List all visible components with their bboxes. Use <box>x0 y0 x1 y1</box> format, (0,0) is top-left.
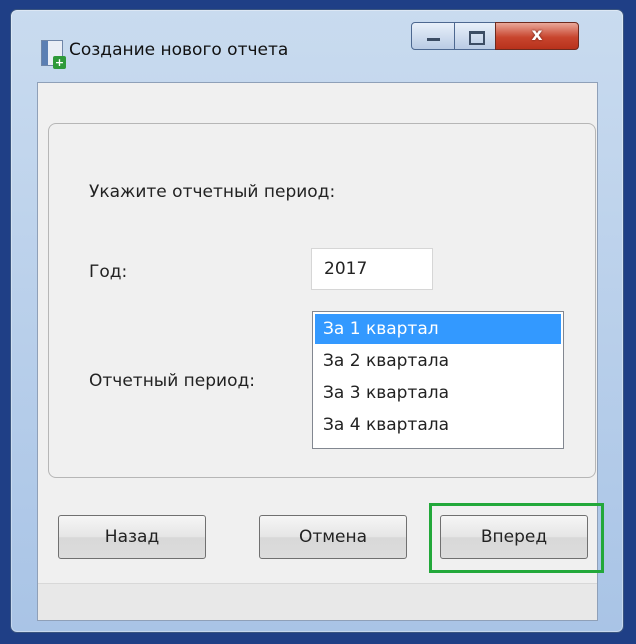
period-option-q4[interactable]: За 4 квартала <box>315 410 561 440</box>
app-icon: + <box>41 40 66 69</box>
cancel-button[interactable]: Отмена <box>259 515 407 559</box>
period-prompt-label: Укажите отчетный период: <box>89 182 336 202</box>
next-button[interactable]: Вперед <box>440 515 588 559</box>
close-icon: x <box>531 25 543 45</box>
period-option-q3[interactable]: За 3 квартала <box>315 378 561 408</box>
minimize-icon <box>427 38 440 41</box>
report-wizard-window: + Создание нового отчета x Укажите отчет… <box>10 9 624 633</box>
reporting-period-label: Отчетный период: <box>89 371 255 391</box>
title-bar[interactable]: + Создание нового отчета x <box>11 10 623 82</box>
dialog-client-area: Укажите отчетный период: Год: 2017 Отчет… <box>37 82 604 621</box>
dialog-footer <box>38 583 597 620</box>
back-button[interactable]: Назад <box>58 515 206 559</box>
period-groupbox: Укажите отчетный период: Год: 2017 Отчет… <box>48 123 596 478</box>
period-option-q1[interactable]: За 1 квартал <box>315 314 561 344</box>
maximize-icon <box>469 31 485 45</box>
year-input[interactable]: 2017 <box>311 248 433 290</box>
year-label: Год: <box>89 262 128 282</box>
close-button[interactable]: x <box>495 22 579 50</box>
minimize-button[interactable] <box>411 22 455 50</box>
period-option-q2[interactable]: За 2 квартала <box>315 346 561 376</box>
reporting-period-listbox[interactable]: За 1 квартал За 2 квартала За 3 квартала… <box>312 311 564 449</box>
maximize-button[interactable] <box>454 22 496 50</box>
window-title: Создание нового отчета <box>69 40 289 60</box>
